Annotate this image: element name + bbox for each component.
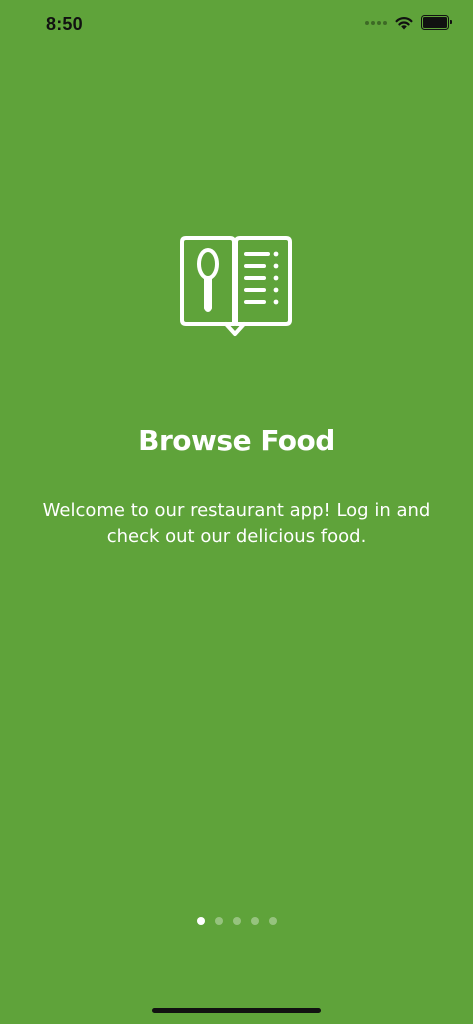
page-dot-1[interactable]: [196, 917, 205, 925]
page-dot-4[interactable]: [250, 917, 259, 925]
status-icons: [365, 15, 452, 30]
wifi-icon: [395, 16, 413, 29]
page-dot-2[interactable]: [214, 917, 223, 925]
onboarding-title: Browse Food: [138, 424, 335, 457]
onboarding-description: Welcome to our restaurant app! Log in an…: [42, 500, 431, 547]
status-time: 8:50: [46, 14, 83, 34]
page-dot-3[interactable]: [232, 917, 241, 925]
page-dot-5[interactable]: [268, 917, 277, 925]
menu-book-spoon-icon: [180, 236, 292, 336]
page-indicator[interactable]: [0, 917, 473, 925]
home-indicator[interactable]: [152, 1008, 321, 1013]
status-bar: 8:50: [0, 0, 473, 50]
signal-icon: [365, 20, 387, 25]
battery-icon: [421, 15, 452, 30]
